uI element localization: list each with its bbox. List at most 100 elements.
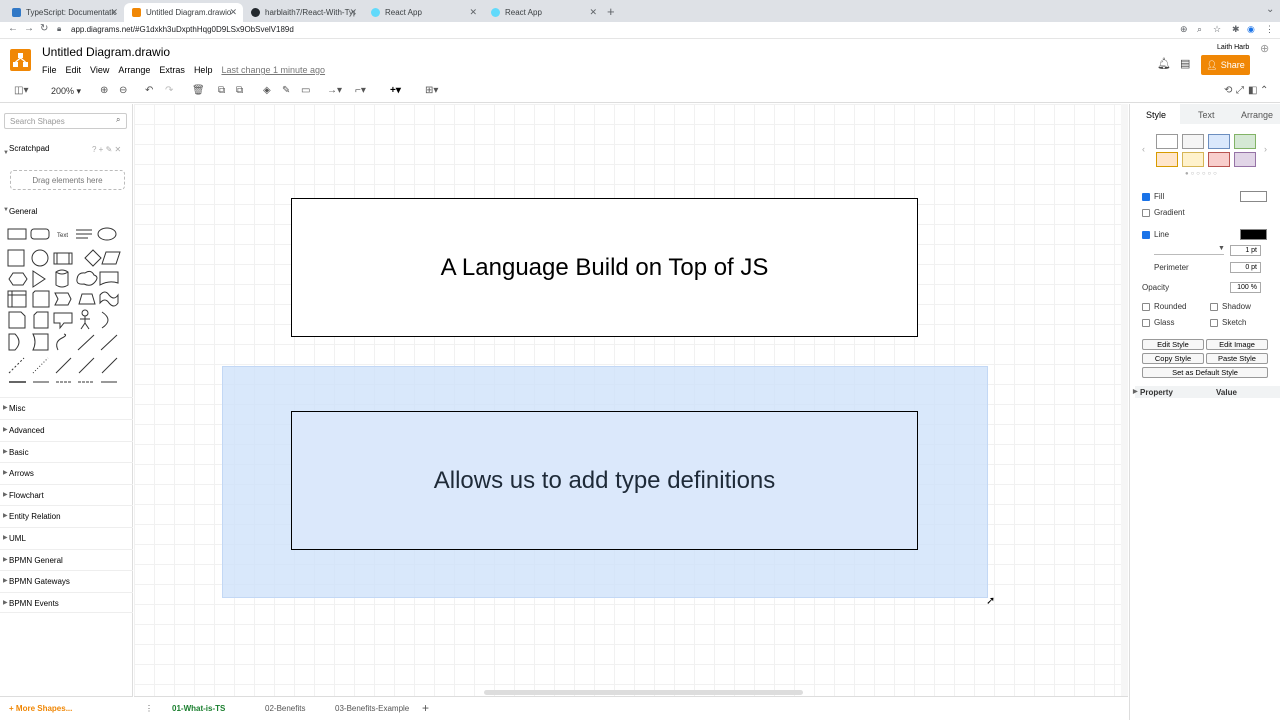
language-globe-icon[interactable]: ⊕ <box>1260 42 1269 55</box>
browser-tab-drawio[interactable]: Untitled Diagram.drawio - diag ✕ <box>124 3 243 22</box>
connection-style-icon[interactable]: →▾ <box>327 85 342 96</box>
menu-extras[interactable]: Extras <box>159 65 185 75</box>
bookmark-star-icon[interactable]: ☆ <box>1213 24 1221 35</box>
category-bpmn-gateways[interactable]: ▶ BPMN Gateways <box>0 570 133 591</box>
style-swatch[interactable] <box>1234 134 1256 149</box>
opacity-input[interactable]: 100 % <box>1230 282 1261 293</box>
category-bpmn-events[interactable]: ▶ BPMN Events <box>0 592 133 613</box>
fill-color-swatch[interactable] <box>1240 191 1267 202</box>
category-entity-relation[interactable]: ▶ Entity Relation <box>0 505 133 526</box>
style-swatch[interactable] <box>1208 152 1230 167</box>
line-checkbox[interactable]: Line <box>1142 230 1169 239</box>
zoom-dropdown[interactable]: 200% ▾ <box>51 86 81 97</box>
delete-icon[interactable]: 🗑︎ <box>192 85 205 96</box>
back-icon[interactable]: ← <box>8 23 18 34</box>
tab-style[interactable]: Style <box>1146 110 1166 120</box>
scratchpad-tools-icon[interactable]: ? + ✎ ✕ <box>92 145 121 154</box>
menu-view[interactable]: View <box>90 65 109 75</box>
reload-icon[interactable]: ↻ <box>40 23 48 34</box>
close-tab-icon[interactable]: ✕ <box>589 7 597 18</box>
swatch-next-icon[interactable]: › <box>1264 144 1267 154</box>
style-swatch[interactable] <box>1156 152 1178 167</box>
menu-help[interactable]: Help <box>194 65 213 75</box>
insert-plus-icon[interactable]: +▾ <box>390 85 401 96</box>
extensions-icon[interactable]: ✱ <box>1232 24 1240 35</box>
swatch-prev-icon[interactable]: ‹ <box>1142 144 1145 154</box>
profile-icon[interactable]: ◉ <box>1247 24 1255 35</box>
category-uml[interactable]: ▶ UML <box>0 527 133 548</box>
redo-icon[interactable]: ↷ <box>165 85 173 96</box>
shadow-checkbox[interactable]: Shadow <box>1210 302 1251 311</box>
general-shapes-palette[interactable]: Text <box>6 225 126 385</box>
glass-checkbox[interactable]: Glass <box>1142 318 1174 327</box>
search-shapes-input[interactable]: Search Shapes <box>4 113 127 129</box>
shadow-icon[interactable]: ▭ <box>301 85 310 96</box>
tab-text[interactable]: Text <box>1198 110 1215 120</box>
fill-checkbox[interactable]: Fill <box>1142 192 1164 201</box>
browser-tab-github[interactable]: harblaith7/React-With-TypeSc ✕ <box>243 3 363 22</box>
page-tab-3[interactable]: 03-Benefits-Example <box>335 704 409 713</box>
page-tab-1[interactable]: 01-What-is-TS <box>172 704 225 713</box>
rounded-checkbox[interactable]: Rounded <box>1142 302 1186 311</box>
sketch-checkbox[interactable]: Sketch <box>1210 318 1246 327</box>
menu-edit[interactable]: Edit <box>66 65 82 75</box>
fullscreen-icon[interactable]: ⤢ <box>1236 85 1244 96</box>
perimeter-input[interactable]: 0 pt <box>1230 262 1261 273</box>
diagram-box-type-definitions[interactable]: Allows us to add type definitions <box>291 411 918 550</box>
line-pattern-dropdown[interactable] <box>1154 245 1224 255</box>
style-swatch[interactable] <box>1182 152 1204 167</box>
browser-tab-react-app-2[interactable]: React App ✕ <box>483 3 603 22</box>
tab-search-icon[interactable]: ⌄ <box>1266 4 1274 15</box>
last-change-link[interactable]: Last change 1 minute ago <box>221 65 325 75</box>
close-tab-icon[interactable]: ✕ <box>349 7 357 18</box>
zoom-out-icon[interactable]: ⊖ <box>119 85 127 96</box>
line-color-icon[interactable]: ✎ <box>282 85 290 96</box>
category-advanced[interactable]: ▶ Advanced <box>0 419 133 440</box>
category-general[interactable]: ▼ General <box>0 201 133 222</box>
undo-icon[interactable]: ↶ <box>145 85 153 96</box>
caret-right-icon[interactable]: ▶ <box>1133 388 1138 395</box>
install-icon[interactable]: ⊕ <box>1180 24 1188 35</box>
edit-image-button[interactable]: Edit Image <box>1206 339 1268 350</box>
pages-menu-icon[interactable]: ⋮ <box>145 704 153 713</box>
category-flowchart[interactable]: ▶ Flowchart <box>0 484 133 505</box>
share-button[interactable]: 👤︎ Share <box>1201 55 1250 75</box>
diagram-box-language[interactable]: A Language Build on Top of JS <box>291 198 918 337</box>
zoom-icon[interactable]: ⌕ <box>1197 24 1202 35</box>
category-basic[interactable]: ▶ Basic <box>0 441 133 462</box>
forward-icon[interactable]: → <box>24 23 34 34</box>
notification-bell-icon[interactable]: 🔔︎ <box>1157 57 1171 70</box>
close-tab-icon[interactable]: ✕ <box>229 7 237 18</box>
paste-style-button[interactable]: Paste Style <box>1206 353 1268 364</box>
table-icon[interactable]: ⊞▾ <box>425 85 438 96</box>
set-default-style-button[interactable]: Set as Default Style <box>1142 367 1268 378</box>
url-field[interactable]: app.diagrams.net/#G1dxkh3uDxpthHqg0D9LSx… <box>71 25 294 34</box>
document-title[interactable]: Untitled Diagram.drawio <box>42 45 170 59</box>
category-bpmn-general[interactable]: ▶ BPMN General <box>0 549 133 570</box>
zoom-in-icon[interactable]: ⊕ <box>100 85 108 96</box>
scratchpad-drop-zone[interactable]: Drag elements here <box>10 170 125 190</box>
to-front-icon[interactable]: ⧉ <box>218 85 225 96</box>
new-tab-icon[interactable]: + <box>607 4 615 19</box>
swatch-page-dots-icon[interactable]: ●○○○○○ <box>1185 171 1219 177</box>
line-color-swatch[interactable] <box>1240 229 1267 240</box>
style-swatch[interactable] <box>1208 134 1230 149</box>
style-swatch[interactable] <box>1182 134 1204 149</box>
menu-file[interactable]: File <box>42 65 57 75</box>
comments-icon[interactable]: ▤ <box>1180 57 1190 70</box>
horizontal-scrollbar-thumb[interactable] <box>484 690 803 695</box>
copy-style-button[interactable]: Copy Style <box>1142 353 1204 364</box>
edit-style-button[interactable]: Edit Style <box>1142 339 1204 350</box>
waypoints-icon[interactable]: ⌐▾ <box>355 85 366 96</box>
browser-tab-typescript[interactable]: TypeScript: Documentation - E ✕ <box>4 3 124 22</box>
collapse-up-icon[interactable]: ⌃ <box>1260 85 1268 96</box>
close-tab-icon[interactable]: ✕ <box>469 7 477 18</box>
page-tab-2[interactable]: 02-Benefits <box>265 704 305 713</box>
fill-color-icon[interactable]: ◈ <box>263 85 271 96</box>
to-back-icon[interactable]: ⧉ <box>236 85 243 96</box>
menu-arrange[interactable]: Arrange <box>118 65 150 75</box>
more-shapes-button[interactable]: + More Shapes... <box>0 696 133 720</box>
line-width-input[interactable]: 1 pt <box>1230 245 1261 256</box>
vertical-scrollbar[interactable] <box>1121 104 1128 696</box>
style-swatch[interactable] <box>1156 134 1178 149</box>
